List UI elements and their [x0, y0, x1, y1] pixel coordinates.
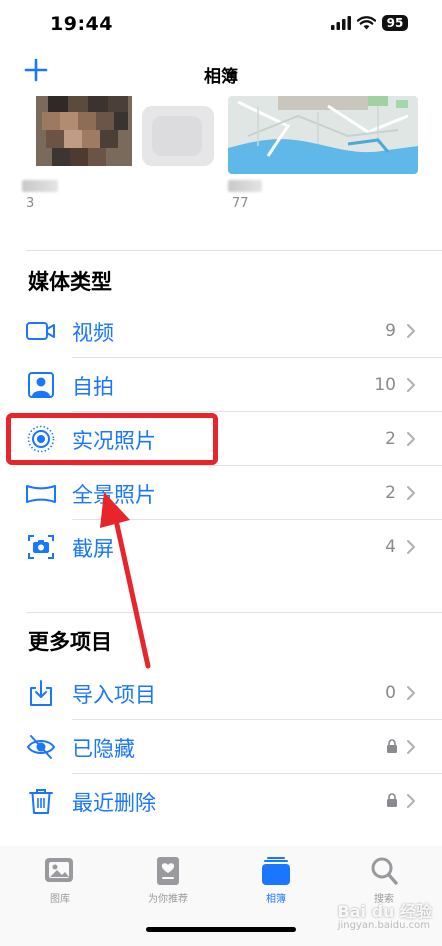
- albums-stack-icon: [262, 857, 290, 885]
- album-strip: 3 77: [0, 96, 442, 216]
- status-bar: 19:44 95: [0, 0, 442, 52]
- page-title: 相簿: [204, 67, 238, 87]
- home-indicator[interactable]: [146, 927, 296, 932]
- import-download-icon: [30, 680, 52, 706]
- panorama-icon: [26, 485, 56, 503]
- album-count: 77: [232, 196, 249, 211]
- cellular-signal-icon: [331, 16, 351, 30]
- row-count: 2: [385, 429, 396, 449]
- row-label: 已隐藏: [72, 737, 135, 761]
- annotation-highlight-box: [6, 413, 218, 465]
- media-row-screenshots[interactable]: 截屏 4: [0, 520, 442, 574]
- tab-label: 图库: [50, 894, 70, 905]
- nav-bar: 相簿: [0, 52, 442, 96]
- album-card[interactable]: 77: [228, 96, 418, 216]
- tab-label: 相簿: [266, 894, 286, 905]
- album-count: 3: [26, 196, 35, 211]
- chevron-right-icon: [407, 686, 415, 700]
- chevron-right-icon: [407, 324, 415, 338]
- status-time: 19:44: [50, 13, 113, 35]
- tab-library[interactable]: 图库: [10, 856, 110, 905]
- more-row-recently-deleted[interactable]: 最近删除: [0, 774, 442, 828]
- watermark-logo: Bai du 经验: [337, 902, 432, 921]
- map-thumbnail-image: [228, 96, 418, 174]
- tab-for-you[interactable]: 为你推荐: [118, 856, 218, 905]
- more-row-imports[interactable]: 导入项目 0: [0, 666, 442, 720]
- album-thumbnail: [228, 96, 418, 174]
- row-count: 4: [385, 537, 396, 557]
- row-count: 9: [385, 321, 396, 341]
- tab-label: 为你推荐: [148, 894, 188, 905]
- row-count: 0: [385, 683, 396, 703]
- section-divider: [26, 612, 442, 613]
- chevron-right-icon: [407, 432, 415, 446]
- media-types-heading: 媒体类型: [28, 270, 112, 294]
- annotation-arrow-icon: [100, 492, 151, 669]
- watermark-url: jingyan.baidu.com: [337, 920, 430, 931]
- chevron-right-icon: [407, 740, 415, 754]
- section-divider: [26, 250, 442, 251]
- media-row-panoramas[interactable]: 全景照片 2: [0, 466, 442, 520]
- trash-icon: [29, 789, 53, 814]
- album-name-redacted: [22, 180, 58, 192]
- more-row-hidden[interactable]: 已隐藏: [0, 720, 442, 774]
- album-card[interactable]: 3: [22, 96, 222, 216]
- media-row-selfies[interactable]: 自拍 10: [0, 358, 442, 412]
- search-icon: [371, 857, 398, 885]
- album-name-redacted: [228, 180, 262, 192]
- lock-icon: [387, 739, 397, 753]
- video-camera-icon: [26, 322, 55, 340]
- hidden-eye-slash-icon: [26, 735, 56, 759]
- status-icons: 95: [331, 15, 408, 31]
- tab-albums[interactable]: 相簿: [226, 856, 326, 905]
- lock-icon: [387, 793, 397, 807]
- chevron-right-icon: [407, 540, 415, 554]
- row-count: 10: [374, 375, 396, 395]
- media-row-videos[interactable]: 视频 9: [0, 304, 442, 358]
- chevron-right-icon: [407, 486, 415, 500]
- for-you-memories-icon: [157, 857, 179, 885]
- chevron-right-icon: [407, 378, 415, 392]
- chevron-right-icon: [407, 794, 415, 808]
- row-label: 自拍: [72, 375, 114, 399]
- pixelated-photo-image: [22, 96, 222, 174]
- row-label: 视频: [72, 321, 114, 345]
- row-label: 最近删除: [72, 791, 156, 815]
- battery-indicator: 95: [382, 15, 408, 31]
- wifi-icon: [357, 16, 376, 30]
- row-count: 2: [385, 483, 396, 503]
- row-label: 导入项目: [72, 683, 156, 707]
- album-thumbnail: [22, 96, 222, 174]
- photo-library-icon: [45, 858, 73, 882]
- selfie-portrait-icon: [28, 372, 54, 398]
- screenshot-camera-icon: [28, 535, 54, 559]
